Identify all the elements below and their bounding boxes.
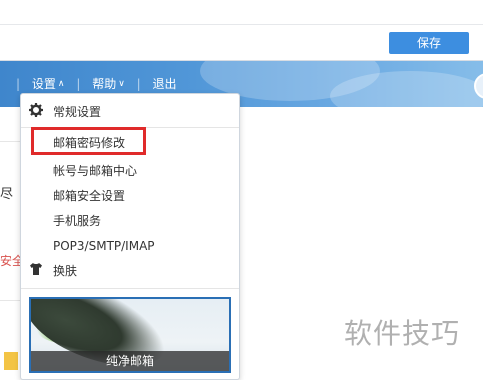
menu-item-label: 换肤 bbox=[53, 264, 78, 278]
top-bar-divider bbox=[0, 24, 483, 25]
menu-item-account-center[interactable]: 帐号与邮箱中心 bbox=[21, 160, 239, 182]
menu-item-skin[interactable]: 换肤 bbox=[21, 260, 239, 282]
settings-dropdown-menu: 常规设置 邮箱密码修改 帐号与邮箱中心 邮箱安全设置 手机服务 POP3/SMT… bbox=[20, 93, 240, 380]
menu-divider bbox=[21, 288, 239, 289]
nav-menu: | 设置 ∧ | 帮助 ∨ | 退出 bbox=[8, 75, 177, 92]
folder-icon bbox=[4, 352, 18, 370]
nav-settings[interactable]: 设置 ∧ bbox=[32, 75, 65, 92]
top-bar: 保存 bbox=[0, 0, 483, 61]
menu-item-pop3-smtp-imap[interactable]: POP3/SMTP/IMAP bbox=[21, 235, 239, 257]
menu-item-label: 邮箱密码修改 bbox=[53, 136, 126, 150]
nav-separator: | bbox=[136, 76, 141, 91]
menu-item-label: POP3/SMTP/IMAP bbox=[53, 239, 155, 253]
nav-separator: | bbox=[16, 76, 21, 91]
chevron-down-icon: ∨ bbox=[118, 78, 125, 89]
skin-thumbnail[interactable]: 纯净邮箱 bbox=[29, 297, 231, 373]
menu-item-general-settings[interactable]: 常规设置 bbox=[21, 101, 239, 123]
background-text: 尽 bbox=[0, 187, 14, 202]
nav-help[interactable]: 帮助 ∨ bbox=[92, 75, 125, 92]
tshirt-icon bbox=[29, 261, 43, 283]
content-divider bbox=[0, 141, 20, 142]
chevron-up-icon: ∧ bbox=[57, 78, 65, 89]
menu-item-label: 帐号与邮箱中心 bbox=[53, 164, 138, 178]
watermark: 软件技巧 bbox=[340, 298, 483, 370]
skin-thumbnail-caption: 纯净邮箱 bbox=[31, 351, 229, 371]
content-divider bbox=[0, 300, 20, 301]
save-button[interactable]: 保存 bbox=[389, 32, 469, 54]
nav-settings-label: 设置 bbox=[31, 77, 56, 91]
menu-item-mobile-service[interactable]: 手机服务 bbox=[21, 210, 239, 232]
menu-item-label: 常规设置 bbox=[53, 105, 102, 119]
menu-item-security-settings[interactable]: 邮箱安全设置 bbox=[21, 185, 239, 207]
watermark-text: 软件技巧 bbox=[344, 317, 461, 350]
menu-item-change-password[interactable]: 邮箱密码修改 bbox=[21, 132, 239, 154]
nav-help-label: 帮助 bbox=[92, 77, 117, 91]
nav-logout[interactable]: 退出 bbox=[153, 75, 177, 92]
gear-icon bbox=[29, 102, 43, 124]
menu-item-label: 邮箱安全设置 bbox=[53, 189, 126, 203]
nav-separator: | bbox=[76, 76, 81, 91]
menu-item-label: 手机服务 bbox=[53, 214, 102, 228]
